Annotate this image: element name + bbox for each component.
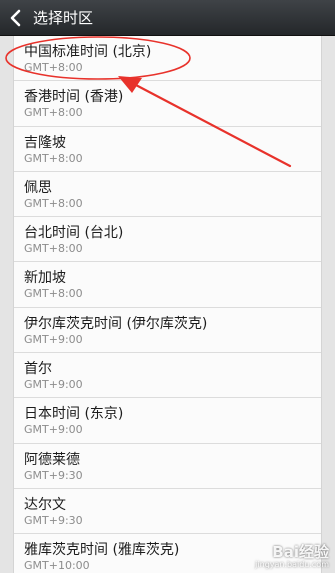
timezone-item[interactable]: 达尔文 GMT+9:30 [14,489,321,535]
timezone-name: 吉隆坡 [24,134,66,151]
timezone-offset: GMT+8:00 [24,287,83,301]
title-bar: 选择时区 [0,0,335,36]
timezone-offset: GMT+8:00 [24,106,83,120]
timezone-name: 香港时间 (香港) [24,89,124,106]
timezone-offset: GMT+8:00 [24,151,83,165]
page-title: 选择时区 [33,9,94,27]
timezone-item[interactable]: 新加坡 GMT+8:00 [14,262,321,308]
timezone-item[interactable]: 台北时间 (台北) GMT+8:00 [14,217,321,263]
watermark-url: jingyan.baidu.com [255,560,329,569]
timezone-offset: GMT+9:00 [24,332,83,346]
timezone-item[interactable]: 首尔 GMT+9:00 [14,353,321,399]
watermark-brand: Bai经验 [272,543,329,561]
timezone-name: 伊尔库茨克时间 (伊尔库茨克) [24,315,208,332]
timezone-name: 中国标准时间 (北京) [24,44,152,60]
back-button[interactable] [0,0,30,36]
timezone-offset: GMT+9:00 [24,423,83,437]
timezone-name: 达尔文 [24,496,66,513]
timezone-name: 台北时间 (台北) [24,225,124,242]
timezone-item[interactable]: 吉隆坡 GMT+8:00 [14,127,321,172]
timezone-name: 新加坡 [24,270,66,287]
timezone-item[interactable]: 阿德莱德 GMT+9:30 [14,444,321,489]
timezone-item[interactable]: 中国标准时间 (北京) GMT+8:00 [14,36,321,82]
timezone-item[interactable]: 伊尔库茨克时间 (伊尔库茨克) GMT+9:00 [14,308,321,354]
timezone-name: 首尔 [24,361,52,378]
timezone-item[interactable]: 佩思 GMT+8:00 [14,172,321,218]
timezone-name: 雅库茨克时间 (雅库茨克) [24,542,180,559]
chevron-left-icon [10,9,21,27]
timezone-name: 佩思 [24,179,52,196]
timezone-name: 日本时间 (东京) [24,406,124,423]
timezone-offset: GMT+8:00 [24,242,83,256]
timezone-offset: GMT+9:00 [24,378,83,392]
timezone-offset: GMT+10:00 [24,559,90,573]
timezone-item[interactable]: 日本时间 (东京) GMT+9:00 [14,398,321,444]
watermark: Bai经验 jingyan.baidu.com [255,544,329,569]
timezone-offset: GMT+9:30 [24,468,83,482]
timezone-offset: GMT+8:00 [24,61,83,74]
timezone-list[interactable]: 中国标准时间 (北京) GMT+8:00 香港时间 (香港) GMT+8:00 … [13,36,322,573]
timezone-offset: GMT+8:00 [24,196,83,210]
timezone-offset: GMT+9:30 [24,513,83,527]
timezone-item[interactable]: 香港时间 (香港) GMT+8:00 [14,81,321,127]
timezone-name: 阿德莱德 [24,451,80,468]
